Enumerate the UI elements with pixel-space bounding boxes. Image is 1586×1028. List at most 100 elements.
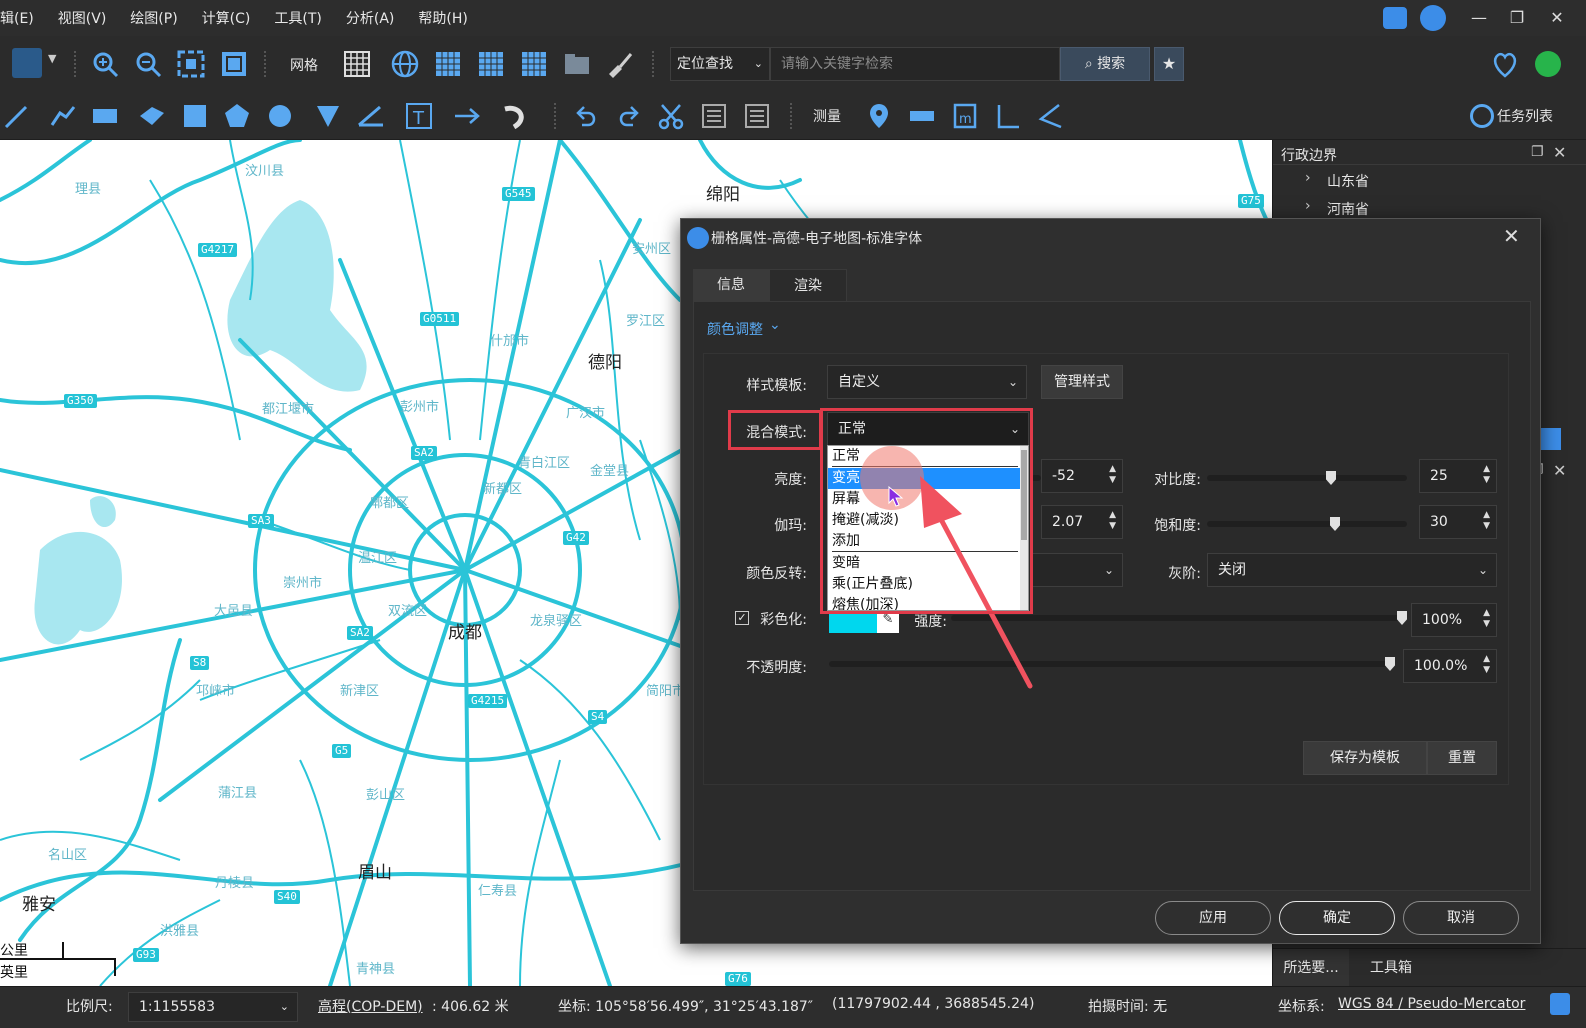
full-extent-icon[interactable] [219, 49, 249, 79]
ok-button[interactable]: 确定 [1279, 901, 1395, 935]
tab-info[interactable]: 信息 [693, 269, 769, 301]
brightness-label: 亮度: [774, 472, 807, 488]
minimize-icon[interactable]: — [1464, 6, 1494, 30]
contrast-spinbox[interactable]: 25 ▲ ▼ [1419, 459, 1497, 493]
colorize-checkbox[interactable]: ✓ [735, 611, 749, 625]
grid-icon[interactable] [342, 49, 372, 79]
expand-arrow-icon[interactable]: › [1305, 170, 1311, 186]
close-window-icon[interactable]: ✕ [1542, 6, 1572, 30]
search-button[interactable]: ⌕ 搜索 [1060, 47, 1150, 81]
float-panel-icon[interactable]: ❐ [1531, 144, 1544, 160]
rectangle-icon[interactable] [90, 101, 120, 131]
arrow-right-icon[interactable] [452, 101, 482, 131]
style-template-select[interactable]: 自定义 ⌄ [827, 365, 1027, 399]
menu-analysis[interactable]: 分析(A) [334, 8, 407, 28]
apply-button[interactable]: 应用 [1155, 901, 1271, 935]
sector-icon[interactable] [313, 101, 343, 131]
menu-edit[interactable]: 辑(E) [0, 8, 46, 28]
tab-toolbox[interactable]: 工具箱 [1353, 949, 1429, 987]
menu-help[interactable]: 帮助(H) [406, 8, 479, 28]
chevron-down-icon[interactable]: ▼ [48, 52, 56, 65]
crs-link[interactable]: WGS 84 / Pseudo-Mercator [1338, 996, 1525, 1012]
collapse-chevron-icon[interactable]: ⌄ [769, 317, 781, 333]
locate-select[interactable]: 定位查找 ⌄ [670, 47, 770, 81]
gamma-spinbox[interactable]: 2.07 ▲ ▼ [1041, 505, 1123, 539]
redo-icon[interactable] [613, 101, 643, 131]
invert-select[interactable]: ⌄ [1031, 553, 1123, 587]
spin-arrows-icon[interactable]: ▲ ▼ [1483, 510, 1490, 532]
list-doc-2-icon[interactable] [742, 101, 772, 131]
close-panel-icon[interactable]: ✕ [1553, 143, 1566, 162]
menu-tools[interactable]: 工具(T) [262, 8, 333, 28]
task-list-icon[interactable] [1470, 104, 1494, 128]
expand-arrow-icon[interactable]: › [1305, 198, 1311, 214]
folder-icon[interactable] [562, 49, 592, 79]
curve-arrow-icon[interactable] [500, 101, 530, 131]
spin-arrows-icon[interactable]: ▲ ▼ [1109, 510, 1116, 532]
save-template-button[interactable]: 保存为模板 [1303, 741, 1427, 775]
location-pin-icon[interactable] [864, 101, 894, 131]
color-adjust-section[interactable]: 颜色调整 [707, 319, 763, 339]
saturation-slider[interactable] [1207, 517, 1407, 531]
height-measure-icon[interactable] [993, 101, 1023, 131]
wechat-icon[interactable] [1535, 51, 1561, 77]
reset-button[interactable]: 重置 [1427, 741, 1497, 775]
task-list-label[interactable]: 任务列表 [1497, 106, 1553, 126]
menu-calc[interactable]: 计算(C) [190, 8, 263, 28]
zoom-out-icon[interactable] [133, 49, 163, 79]
tab-selected-features[interactable]: 所选要... [1273, 949, 1349, 987]
basemap-icon[interactable] [12, 48, 42, 78]
user-avatar-icon[interactable] [1420, 5, 1446, 31]
nm-grid-icon[interactable] [476, 49, 506, 79]
globe-grid-icon[interactable] [390, 49, 420, 79]
ruler-icon[interactable] [907, 101, 937, 131]
angle-measure-icon[interactable] [1035, 101, 1065, 131]
tab-render[interactable]: 渲染 [769, 269, 847, 301]
brightness-spinbox[interactable]: -52 ▲ ▼ [1041, 459, 1123, 493]
favorite-star-icon[interactable]: ★ [1154, 47, 1184, 81]
menu-draw[interactable]: 绘图(P) [118, 8, 189, 28]
close-panel-icon[interactable]: ✕ [1553, 461, 1566, 480]
clear-brush-icon[interactable] [604, 49, 634, 79]
settings-gear-icon[interactable] [1550, 993, 1570, 1015]
mgrs-grid-icon[interactable] [519, 49, 549, 79]
close-dialog-icon[interactable]: ✕ [1503, 224, 1520, 248]
scale-select[interactable]: 1:1155583 ⌄ [128, 992, 298, 1022]
km-grid-icon[interactable] [433, 49, 463, 79]
spin-arrows-icon[interactable]: ▲ ▼ [1483, 654, 1490, 676]
spin-arrows-icon[interactable]: ▲ ▼ [1483, 608, 1490, 630]
cancel-button[interactable]: 取消 [1403, 901, 1519, 935]
tree-item[interactable]: 山东省 [1327, 171, 1369, 191]
grayscale-select[interactable]: 关闭 ⌄ [1207, 553, 1497, 587]
square-icon[interactable] [180, 101, 210, 131]
dialog-titlebar[interactable]: 栅格属性-高德-电子地图-标准字体 ✕ [681, 219, 1540, 257]
elevation-source-link[interactable]: 高程(COP-DEM) [318, 996, 423, 1016]
tree-item[interactable]: 河南省 [1327, 199, 1369, 219]
diamond-icon[interactable] [137, 101, 167, 131]
spin-arrows-icon[interactable]: ▲ ▼ [1483, 464, 1490, 486]
zoom-extent-icon[interactable] [176, 49, 206, 79]
opacity-spinbox[interactable]: 100.0% ▲ ▼ [1403, 649, 1497, 683]
polyline-icon[interactable] [2, 101, 32, 131]
scissors-icon[interactable] [656, 101, 686, 131]
text-icon[interactable]: T [404, 101, 434, 131]
area-measure-icon[interactable]: m [950, 101, 980, 131]
menu-view[interactable]: 视图(V) [46, 8, 119, 28]
freehand-line-icon[interactable] [48, 101, 78, 131]
list-doc-icon[interactable] [699, 101, 729, 131]
manage-style-button[interactable]: 管理样式 [1041, 365, 1123, 399]
chat-icon[interactable] [1383, 7, 1407, 29]
zoom-in-icon[interactable] [90, 49, 120, 79]
pentagon-icon[interactable] [222, 101, 252, 131]
circle-icon[interactable] [265, 101, 295, 131]
undo-icon[interactable] [572, 101, 602, 131]
restore-icon[interactable]: ❐ [1502, 6, 1532, 30]
contrast-slider[interactable] [1207, 471, 1407, 485]
strength-spinbox[interactable]: 100% ▲ ▼ [1411, 603, 1497, 637]
vip-heart-icon[interactable] [1490, 49, 1520, 79]
search-input[interactable]: 请输入关键字检索 [770, 47, 1060, 81]
angle-icon[interactable] [356, 101, 386, 131]
spin-arrows-icon[interactable]: ▲ ▼ [1109, 464, 1116, 486]
saturation-spinbox[interactable]: 30 ▲ ▼ [1419, 505, 1497, 539]
contrast-value: 25 [1430, 468, 1448, 484]
